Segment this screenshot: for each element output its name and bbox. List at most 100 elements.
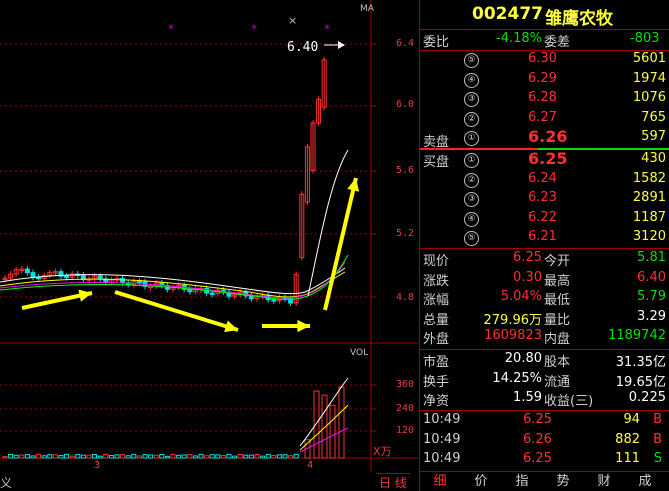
ask-price: 6.29 — [528, 70, 557, 86]
vol-axis-label: 240 — [396, 403, 415, 414]
volume-bar — [181, 454, 187, 459]
volume-bar — [209, 454, 215, 459]
vol-label: VOL — [350, 348, 369, 358]
volume-bar — [86, 454, 92, 459]
candle-body — [187, 288, 193, 293]
fundamental-label: 市盈 — [423, 355, 450, 370]
volume-bar — [24, 454, 30, 459]
stat-value: 6.25 — [513, 250, 542, 265]
stat-value: 0.30 — [513, 269, 542, 285]
tick-price: 6.25 — [523, 451, 552, 466]
stat-label: 外盘 — [423, 332, 450, 347]
tick-price: 6.26 — [523, 431, 552, 447]
volume-bar — [108, 455, 114, 459]
price-axis-label: 5.2 — [396, 228, 415, 239]
price-axis-label: 5.6 — [396, 165, 415, 176]
fundamental-label: 收益(三) — [544, 394, 594, 409]
volume-bar — [47, 454, 53, 459]
fundamental-value: 20.80 — [504, 351, 542, 366]
volume-bar — [254, 453, 260, 459]
fundamental-value: 1.59 — [513, 390, 542, 405]
stat-label: 内盘 — [544, 332, 571, 347]
ask-row: ④ 6.29 1974 — [420, 71, 669, 91]
left-edge-label: 义 — [0, 476, 13, 490]
volume-bar — [13, 454, 19, 459]
tick-volume: 882 — [615, 431, 640, 447]
tab-1[interactable]: 价 — [461, 472, 501, 491]
tick-time: 10:49 — [423, 412, 461, 427]
volume-bar — [282, 454, 288, 459]
tab-5[interactable]: 成 — [625, 472, 665, 491]
divider — [420, 29, 669, 30]
volume-bar — [103, 453, 109, 459]
tick-price: 6.25 — [523, 412, 552, 427]
bid-volume: 3120 — [632, 229, 666, 244]
ma-label: MA — [360, 4, 374, 14]
bid-price: 6.21 — [528, 229, 557, 244]
ask-volume: 1076 — [632, 90, 666, 105]
fundamental-value: 14.25% — [492, 370, 542, 386]
tab-4[interactable]: 财 — [584, 472, 624, 491]
ask-level: ⑤ — [464, 53, 479, 68]
weibi-row: 委比 -4.18% 委差 -803 — [420, 31, 669, 51]
bid-level: ① — [464, 153, 479, 168]
volume-bar — [176, 454, 182, 459]
bid-volume: 1582 — [632, 170, 666, 186]
daily-period-tab[interactable]: 日 线 — [376, 473, 410, 491]
volume-bar — [148, 454, 154, 459]
price-axis-label: 6.4 — [396, 38, 415, 49]
fundamental-row: 净资 1.59 收益(三) 0.225 — [420, 390, 669, 410]
volume-bar — [41, 455, 47, 459]
stat-value: 279.96万 — [483, 312, 543, 328]
ask-bid-divider-red — [420, 148, 538, 150]
fundamental-row: 市盈 20.80 股本 31.35亿 — [420, 351, 669, 371]
divider — [420, 248, 669, 249]
tab-0[interactable]: 细 — [420, 472, 460, 491]
volume-bar — [276, 454, 282, 459]
fundamental-row: 换手 14.25% 流通 19.65亿 — [420, 371, 669, 391]
volume-bar — [226, 453, 232, 459]
tick-volume: 94 — [623, 412, 640, 427]
bid-row: ④ 6.22 1187 — [420, 210, 669, 230]
fundamental-label: 换手 — [423, 374, 450, 390]
stats-row: 外盘 1609823 内盘 1189742 — [420, 328, 669, 348]
stock-code: 002477 — [472, 4, 543, 24]
tick-side: S — [653, 451, 662, 466]
tab-2[interactable]: 指 — [502, 472, 542, 491]
quote-panel: 002477 雏鹰农牧 委比 -4.18% 委差 -803 ⑤ 6.30 5601 ④… — [419, 0, 669, 491]
ask-volume: 1974 — [632, 70, 666, 86]
stats-row: 涨跌 0.30 最高 6.40 — [420, 270, 669, 290]
tick-row: 10:49 6.25 94 B — [420, 412, 669, 432]
volume-bar — [64, 453, 70, 459]
bid-volume: 2891 — [632, 190, 666, 205]
ask-price: 6.26 — [528, 127, 568, 146]
volume-bar — [142, 454, 148, 459]
fundamental-label: 流通 — [544, 374, 571, 390]
stat-label: 总量 — [423, 312, 450, 328]
bid-price: 6.25 — [528, 149, 568, 168]
vol-unit-label: X万 — [373, 445, 392, 458]
stat-value: 5.04% — [500, 289, 542, 304]
bid-price: 6.22 — [528, 209, 557, 225]
tab-3[interactable]: 势 — [543, 472, 583, 491]
volume-bar — [125, 455, 131, 459]
tick-row: 10:49 6.25 111 S — [420, 451, 669, 471]
stat-value: 5.79 — [637, 289, 666, 304]
tick-side: B — [653, 412, 662, 427]
stat-value: 6.40 — [637, 269, 666, 285]
stat-label: 最高 — [544, 273, 571, 289]
candle-body — [24, 268, 30, 274]
volume-bar — [243, 454, 249, 459]
panel-tabs: 细价指势财成 — [420, 472, 669, 491]
stat-label: 涨跌 — [423, 273, 450, 289]
chart-canvas — [0, 0, 418, 472]
divider — [420, 410, 669, 411]
fundamental-label: 股本 — [544, 355, 571, 370]
ask-level: ③ — [464, 92, 479, 107]
kline-chart[interactable]: 6.4 6.0 5.6 5.2 4.8 MA 6.40 * * * × VOL … — [0, 0, 418, 491]
candle-body — [64, 275, 70, 279]
stats-row: 现价 6.25 今开 5.81 — [420, 250, 669, 270]
bid-row: ⑤ 6.21 3120 — [420, 229, 669, 249]
weicha-label: 委差 — [544, 35, 571, 50]
high-marker-arrowhead — [338, 41, 345, 49]
